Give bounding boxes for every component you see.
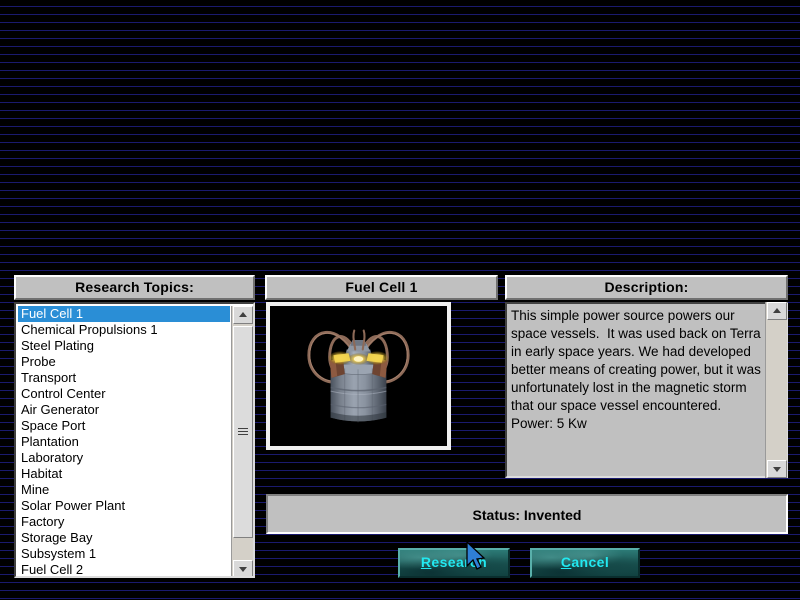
list-item[interactable]: Steel Plating	[18, 338, 230, 354]
research-button-label: esearch	[431, 554, 488, 570]
chevron-up-icon	[239, 312, 247, 317]
topics-scroll-thumb[interactable]	[233, 326, 253, 538]
list-item-label: Factory	[21, 514, 65, 529]
cancel-button-accel: C	[560, 554, 572, 570]
list-item[interactable]: Plantation	[18, 434, 230, 450]
list-item[interactable]: Air Generator	[18, 402, 230, 418]
list-item-label: Control Center	[21, 386, 106, 401]
topics-scroll-up-button[interactable]	[233, 306, 253, 324]
list-item-label: Fuel Cell 2	[21, 562, 84, 577]
selected-item-header: Fuel Cell 1	[265, 275, 498, 300]
cancel-button[interactable]: Cancel	[530, 548, 640, 578]
list-item[interactable]: Fuel Cell 1	[18, 306, 230, 322]
list-item-label: Fuel Cell 1	[21, 306, 84, 321]
chevron-down-icon	[773, 467, 781, 472]
description-scroll-down-button[interactable]	[767, 460, 787, 478]
description-panel: This simple power source powers our spac…	[505, 302, 788, 478]
list-item[interactable]: Habitat	[18, 466, 230, 482]
list-item-label: Transport	[21, 370, 77, 385]
research-topics-listbox[interactable]: Fuel Cell 1 Chemical Propulsions 1 Steel P…	[14, 302, 255, 578]
list-item[interactable]: Transport	[18, 370, 230, 386]
game-screen: Research Topics: Fuel Cell 1 Description…	[0, 0, 800, 600]
list-item[interactable]: Fuel Cell 2	[18, 562, 230, 577]
description-header: Description:	[505, 275, 788, 300]
list-item-label: Air Generator	[21, 402, 100, 417]
list-item[interactable]: Control Center	[18, 386, 230, 402]
research-topics-list[interactable]: Fuel Cell 1 Chemical Propulsions 1 Steel P…	[18, 306, 230, 577]
list-item-label: Probe	[21, 354, 56, 369]
chevron-down-icon	[239, 567, 247, 572]
research-dialog: Research Topics: Fuel Cell 1 Description…	[0, 132, 800, 578]
list-item-label: Storage Bay	[21, 530, 93, 545]
cancel-button-label: ancel	[571, 554, 610, 570]
topics-scroll-down-button[interactable]	[233, 560, 253, 576]
list-item[interactable]: Chemical Propulsions 1	[18, 322, 230, 338]
list-item-label: Steel Plating	[21, 338, 94, 353]
research-button-accel: R	[420, 554, 432, 570]
topics-scrollbar[interactable]	[231, 306, 253, 576]
status-text: Status: Invented	[472, 507, 582, 523]
list-item-label: Space Port	[21, 418, 86, 433]
list-item-label: Subsystem 1	[21, 546, 97, 561]
list-item[interactable]: Factory	[18, 514, 230, 530]
list-item-label: Plantation	[21, 434, 79, 449]
list-item-label: Laboratory	[21, 450, 84, 465]
list-item[interactable]: Subsystem 1	[18, 546, 230, 562]
status-bar: Status: Invented	[266, 494, 788, 534]
list-item-label: Chemical Propulsions 1	[21, 322, 158, 337]
chevron-up-icon	[773, 308, 781, 313]
list-item-label: Solar Power Plant	[21, 498, 126, 513]
list-item[interactable]: Mine	[18, 482, 230, 498]
description-text: This simple power source powers our spac…	[511, 308, 765, 431]
grip-icon	[238, 428, 248, 436]
research-topics-header: Research Topics:	[14, 275, 255, 300]
list-item[interactable]: Solar Power Plant	[18, 498, 230, 514]
research-button[interactable]: Research	[398, 548, 510, 578]
list-item-label: Habitat	[21, 466, 63, 481]
item-preview-frame	[266, 302, 451, 450]
description-scrollbar[interactable]	[765, 302, 787, 478]
description-scroll-up-button[interactable]	[767, 302, 787, 320]
list-item[interactable]: Probe	[18, 354, 230, 370]
fuel-cell-render-icon	[271, 306, 446, 446]
list-item[interactable]: Laboratory	[18, 450, 230, 466]
list-item[interactable]: Space Port	[18, 418, 230, 434]
list-item-label: Mine	[21, 482, 50, 497]
list-item[interactable]: Storage Bay	[18, 530, 230, 546]
